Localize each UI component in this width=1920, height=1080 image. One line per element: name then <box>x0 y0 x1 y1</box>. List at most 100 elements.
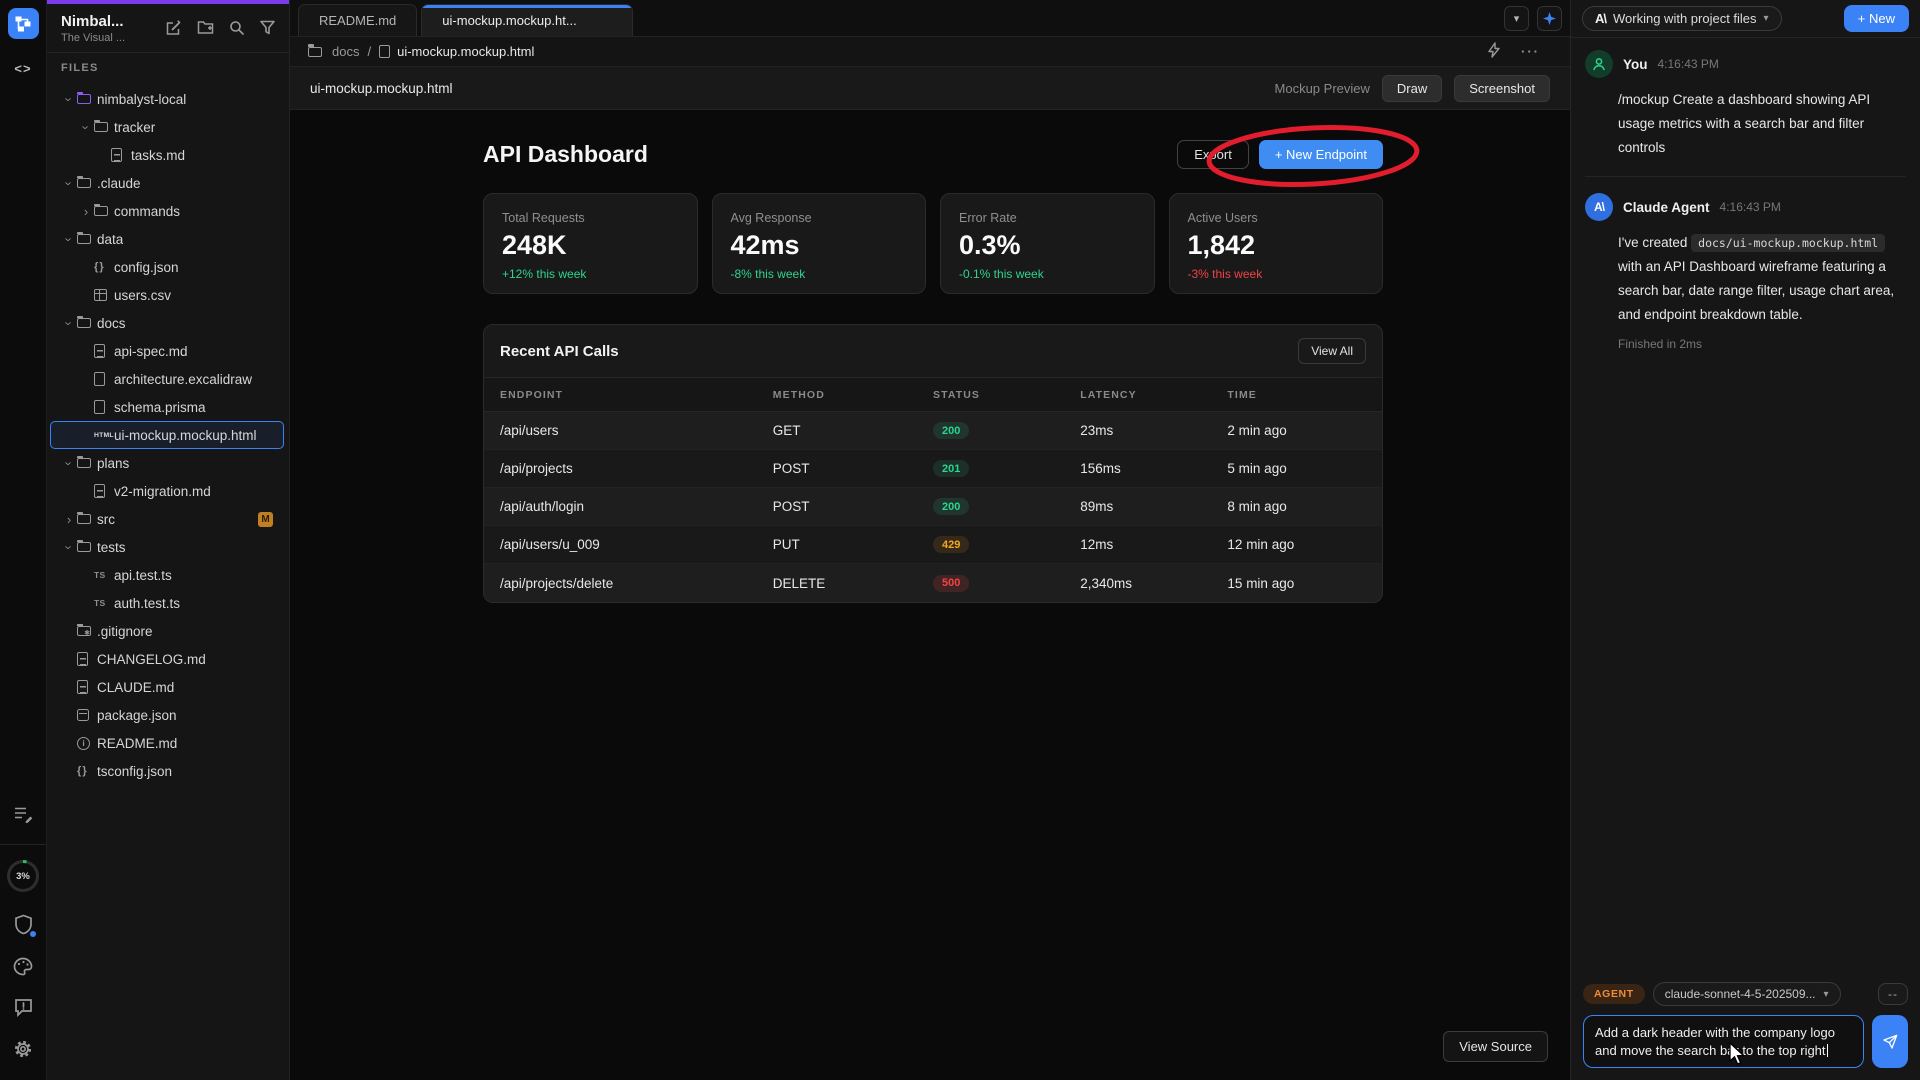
status-badge: 200 <box>933 422 969 439</box>
view-all-button[interactable]: View All <box>1298 338 1366 364</box>
tab-readme[interactable]: README.md <box>298 4 417 36</box>
table-row[interactable]: /api/auth/loginPOST20089ms8 min ago <box>484 488 1382 526</box>
tree-item-file[interactable]: TSauth.test.ts <box>50 589 284 617</box>
chevron-down-icon <box>61 541 77 554</box>
table-row[interactable]: /api/users/u_009PUT42912ms12 min ago <box>484 526 1382 564</box>
tree-item-file[interactable]: { }config.json <box>50 253 284 281</box>
tree-item-file[interactable]: TSapi.test.ts <box>50 561 284 589</box>
tree-item-file[interactable]: users.csv <box>50 281 284 309</box>
markdown-file-icon <box>94 484 105 498</box>
breadcrumb-file[interactable]: ui-mockup.mockup.html <box>397 44 534 59</box>
tab-ui-mockup[interactable]: ui-mockup.mockup.ht... <box>421 4 633 36</box>
tree-item-folder[interactable]: data <box>50 225 284 253</box>
new-chat-button[interactable]: + New <box>1844 5 1909 32</box>
code-view-icon[interactable]: <> <box>14 61 31 76</box>
folder-open-icon <box>77 94 91 104</box>
table-row[interactable]: /api/projectsPOST201156ms5 min ago <box>484 450 1382 488</box>
feedback-icon[interactable] <box>14 998 33 1017</box>
tab-list-dropdown-button[interactable]: ▾ <box>1504 6 1529 31</box>
tree-item-file[interactable]: CLAUDE.md <box>50 673 284 701</box>
screenshot-button[interactable]: Screenshot <box>1454 75 1550 102</box>
chevron-down-icon <box>61 457 77 470</box>
sidebar: Nimbal... The Visual ... <box>47 0 290 1080</box>
folder-open-icon <box>77 542 91 552</box>
tree-item-file[interactable]: tasks.md <box>50 141 284 169</box>
chat-panel: A\ Working with project files ▾ + New Yo… <box>1570 0 1920 1080</box>
filter-icon[interactable] <box>260 20 275 37</box>
tree-item-file[interactable]: schema.prisma <box>50 393 284 421</box>
table-row[interactable]: /api/usersGET20023ms2 min ago <box>484 412 1382 450</box>
folder-open-icon <box>94 122 108 132</box>
tree-item-file[interactable]: architecture.excalidraw <box>50 365 284 393</box>
rail-bottom-icons: 3% <box>0 795 46 1070</box>
shield-icon[interactable] <box>14 914 33 935</box>
export-button[interactable]: Export <box>1177 140 1249 169</box>
tree-item-file[interactable]: api-spec.md <box>50 337 284 365</box>
tree-item-file[interactable]: { }tsconfig.json <box>50 757 284 785</box>
composer-more-button[interactable]: -- <box>1878 983 1908 1005</box>
new-endpoint-button[interactable]: + New Endpoint <box>1259 140 1383 169</box>
rail-divider <box>0 844 46 845</box>
palette-icon[interactable] <box>13 957 33 976</box>
send-button[interactable] <box>1872 1015 1908 1068</box>
tree-item-file[interactable]: v2-migration.md <box>50 477 284 505</box>
table-header-row: ENDPOINTMETHODSTATUSLATENCYTIME <box>484 377 1382 412</box>
file-icon <box>94 372 105 386</box>
settings-gear-icon[interactable] <box>13 1039 33 1059</box>
tree-item-file[interactable]: iREADME.md <box>50 729 284 757</box>
tree-item-file-selected[interactable]: HTMLui-mockup.mockup.html <box>50 421 284 449</box>
chevron-down-icon <box>61 93 77 106</box>
file-path-chip[interactable]: docs/ui-mockup.mockup.html <box>1691 234 1885 252</box>
new-tab-sparkle-button[interactable] <box>1537 6 1562 31</box>
tree-item-folder[interactable]: tests <box>50 533 284 561</box>
chat-messages: You 4:16:43 PM /mockup Create a dashboar… <box>1571 38 1920 383</box>
status-badge: 201 <box>933 460 969 477</box>
user-message: You 4:16:43 PM /mockup Create a dashboar… <box>1585 50 1906 177</box>
tree-item-folder[interactable]: docs <box>50 309 284 337</box>
folder-open-icon <box>77 234 91 244</box>
status-badge: 200 <box>933 498 969 515</box>
panel-title: Recent API Calls <box>500 343 619 360</box>
file-icon <box>379 45 390 59</box>
app-logo-icon[interactable] <box>8 8 39 39</box>
draw-button[interactable]: Draw <box>1382 75 1442 102</box>
tree-item-folder[interactable]: nimbalyst-local <box>50 85 284 113</box>
search-icon[interactable] <box>229 20 245 37</box>
chat-input[interactable]: Add a dark header with the company logo … <box>1583 1015 1864 1068</box>
markdown-file-icon <box>94 344 105 358</box>
new-folder-icon[interactable] <box>197 20 214 37</box>
more-options-icon[interactable]: ··· <box>1521 44 1540 59</box>
tree-item-folder[interactable]: srcM <box>50 505 284 533</box>
chat-mode-dropdown[interactable]: A\ Working with project files ▾ <box>1582 6 1782 31</box>
app-window: <> 3% <box>0 0 1920 1080</box>
html-file-icon: HTML <box>94 432 114 439</box>
claude-agent-avatar: A\ <box>1585 193 1613 221</box>
breadcrumb-folder[interactable]: docs <box>332 44 359 59</box>
stat-card: Avg Response 42ms -8% this week <box>712 193 927 294</box>
tree-item-file[interactable]: CHANGELOG.md <box>50 645 284 673</box>
tree-item-folder[interactable]: commands <box>50 197 284 225</box>
notes-edit-icon[interactable] <box>14 806 33 823</box>
user-avatar <box>1585 50 1613 78</box>
tree-item-file[interactable]: package.json <box>50 701 284 729</box>
chevron-down-icon: ▾ <box>1764 13 1769 24</box>
tree-item-folder[interactable]: tracker <box>50 113 284 141</box>
table-row[interactable]: /api/projects/deleteDELETE5002,340ms15 m… <box>484 564 1382 602</box>
compose-icon[interactable] <box>165 20 182 37</box>
zap-icon[interactable] <box>1487 42 1501 61</box>
json-file-icon: { } <box>94 261 103 273</box>
model-selector-dropdown[interactable]: claude-sonnet-4-5-202509... ▾ <box>1653 982 1841 1006</box>
recent-api-calls-panel: Recent API Calls View All ENDPOINTMETHOD… <box>483 324 1383 603</box>
chevron-down-icon: ▾ <box>1824 989 1829 1000</box>
tree-item-folder[interactable]: plans <box>50 449 284 477</box>
stat-cards: Total Requests 248K +12% this week Avg R… <box>483 193 1383 294</box>
tab-bar: README.md ui-mockup.mockup.ht... ▾ <box>290 0 1570 37</box>
chevron-right-icon <box>61 513 77 526</box>
usage-progress-ring[interactable]: 3% <box>7 860 39 892</box>
tree-item-file[interactable]: .gitignore <box>50 617 284 645</box>
tree-item-folder[interactable]: .claude <box>50 169 284 197</box>
typescript-file-icon: TS <box>94 570 105 580</box>
notification-dot <box>30 931 36 937</box>
view-source-button[interactable]: View Source <box>1443 1031 1548 1062</box>
anthropic-logo-icon: A\ <box>1595 11 1606 26</box>
